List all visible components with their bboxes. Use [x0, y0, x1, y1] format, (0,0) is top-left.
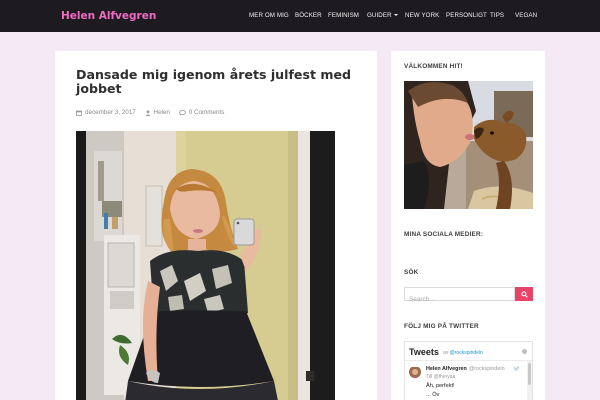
search-input[interactable] [405, 293, 514, 306]
nav-item-mer-om-mig[interactable]: MER OM MIG [249, 12, 289, 19]
nav-item-vegan[interactable]: VEGAN [515, 12, 537, 19]
twitter-bird-icon[interactable] [513, 366, 520, 372]
scrollbar-thumb[interactable] [528, 363, 531, 385]
divider [405, 360, 532, 361]
search-button[interactable] [515, 287, 533, 301]
tweet-author-name: Helen Alfvegren [426, 366, 467, 372]
post-card: Dansade mig igenom årets julfest med job… [55, 51, 377, 400]
post-author[interactable]: Helen [145, 109, 170, 116]
tweet-text: Åh, perfekt! [426, 383, 455, 389]
avatar-image [409, 367, 421, 378]
main-menu: MER OM MIG BÖCKER FEMINISM GUIDER NEW YO… [0, 12, 600, 22]
tweet-author[interactable]: Helen Alfvegren @rockspindeln [426, 366, 505, 372]
twitter-byline-handle[interactable]: @rockspindeln [450, 350, 483, 356]
search-field [404, 287, 515, 306]
welcome-photo-image [404, 81, 533, 209]
search-icon [520, 290, 528, 298]
twitter-byline: av @rockspindeln [443, 350, 483, 356]
comment-icon [178, 109, 186, 116]
twitter-title: Tweets [409, 347, 439, 357]
nav-item-feminism[interactable]: FEMINISM [328, 12, 359, 19]
twitter-timeline[interactable]: Tweets av @rockspindeln Helen Alfvegren @… [404, 341, 533, 400]
widget-heading-search: SÖK [404, 269, 419, 276]
calendar-icon [76, 110, 82, 116]
widget-heading-twitter: FÖLJ MIG PÅ TWITTER [404, 323, 479, 330]
post-photo[interactable] [76, 131, 335, 400]
sidebar: VÄLKOMMEN HIT! MINA SOCIALA MEDIER: SÖK … [391, 51, 545, 400]
avatar[interactable] [409, 366, 421, 378]
tweet-reply-to[interactable]: Till @theryaa [426, 374, 455, 380]
tweet-next-preview: ... Öv [426, 392, 440, 398]
nav-item-guider[interactable]: GUIDER [367, 12, 398, 19]
post-date-label: december 3, 2017 [85, 109, 136, 116]
mirror-selfie-photo [76, 131, 335, 400]
tweet-author-handle: @rockspindeln [468, 366, 505, 372]
nav-item-tips[interactable]: TIPS [490, 12, 504, 19]
top-navbar: Helen Alfvegren MER OM MIG BÖCKER FEMINI… [0, 0, 600, 32]
widget-heading-social: MINA SOCIALA MEDIER: [404, 231, 484, 238]
nav-item-personligt[interactable]: PERSONLIGT [446, 12, 487, 19]
twitter-byline-prefix: av [443, 350, 449, 356]
widget-heading-welcome: VÄLKOMMEN HIT! [404, 63, 463, 70]
user-icon [145, 109, 150, 116]
nav-item-new-york[interactable]: NEW YORK [405, 12, 439, 19]
nav-item-bocker[interactable]: BÖCKER [295, 12, 322, 19]
post-comments-label: 0 Comments [188, 109, 225, 116]
info-icon[interactable] [522, 349, 527, 354]
nav-item-guider-label: GUIDER [367, 12, 392, 19]
post-author-label: Helen [153, 109, 170, 116]
post-comments-link[interactable]: 0 Comments [178, 109, 225, 116]
post-title[interactable]: Dansade mig igenom årets julfest med job… [76, 68, 366, 96]
post-meta: december 3, 2017 Helen 0 Comments [76, 109, 231, 118]
timeline-scrollbar[interactable] [527, 361, 532, 400]
welcome-photo[interactable] [404, 81, 533, 209]
post-date[interactable]: december 3, 2017 [76, 109, 136, 116]
caret-down-icon [393, 14, 398, 17]
